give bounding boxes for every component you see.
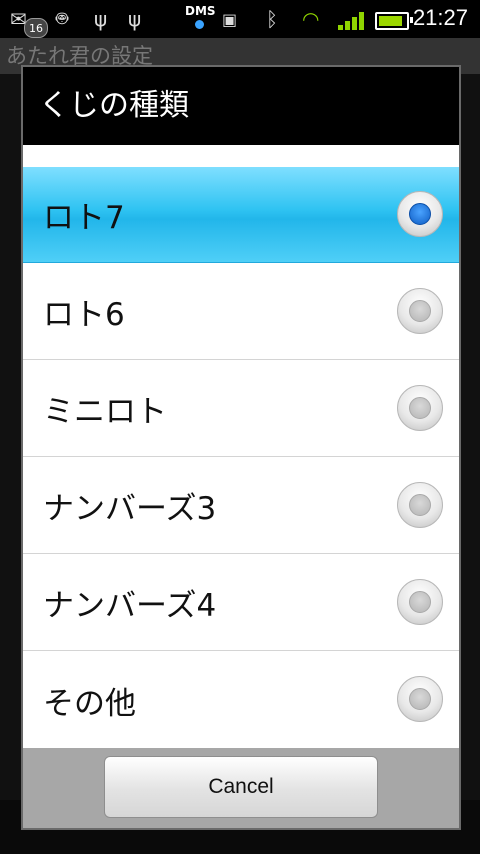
android-icon: 🤖︎	[56, 6, 68, 30]
option-other[interactable]: その他	[23, 652, 459, 748]
sd-card-icon: ▣	[222, 9, 238, 29]
battery-icon	[375, 12, 413, 30]
option-numbers4[interactable]: ナンバーズ4	[23, 555, 459, 651]
lottery-type-dialog: くじの種類 ロト7 ロト6 ミニロト ナンバーズ3 ナンバーズ4 その他 Can…	[21, 65, 461, 830]
dialog-title: くじの種類	[23, 67, 459, 145]
radio-unchecked-icon[interactable]	[397, 579, 443, 625]
wifi-icon: ◠	[302, 7, 320, 31]
radio-unchecked-icon[interactable]	[397, 676, 443, 722]
option-loto7[interactable]: ロト7	[23, 167, 459, 263]
option-numbers3[interactable]: ナンバーズ3	[23, 458, 459, 554]
option-loto6[interactable]: ロト6	[23, 264, 459, 360]
option-label: ミニロト	[43, 394, 167, 430]
notification-count-badge: 16	[24, 18, 48, 38]
option-label: その他	[43, 685, 136, 722]
dms-label: DMS	[185, 4, 216, 18]
cancel-button[interactable]: Cancel	[104, 756, 378, 818]
radio-checked-icon[interactable]	[397, 191, 443, 237]
option-label: ロト7	[43, 200, 125, 236]
bluetooth-icon: ᛒ	[266, 7, 278, 31]
clock: 21:27	[412, 5, 468, 30]
radio-unchecked-icon[interactable]	[397, 288, 443, 334]
options-list[interactable]: ロト7 ロト6 ミニロト ナンバーズ3 ナンバーズ4 その他	[23, 145, 459, 748]
dialog-footer: Cancel	[23, 748, 459, 828]
option-miniloto[interactable]: ミニロト	[23, 361, 459, 457]
radio-unchecked-icon[interactable]	[397, 482, 443, 528]
usb-debug-icon: ψ	[128, 7, 142, 31]
option-label: ナンバーズ3	[43, 491, 217, 527]
status-bar: ✉ 16 🤖︎ ψ ψ DMS ▣ ᛒ ◠ 21:27	[0, 0, 480, 38]
dms-icon	[195, 20, 204, 29]
signal-icon	[338, 10, 366, 30]
radio-unchecked-icon[interactable]	[397, 385, 443, 431]
option-label: ロト6	[43, 297, 125, 333]
usb-icon: ψ	[94, 7, 108, 31]
option-label: ナンバーズ4	[43, 588, 217, 624]
